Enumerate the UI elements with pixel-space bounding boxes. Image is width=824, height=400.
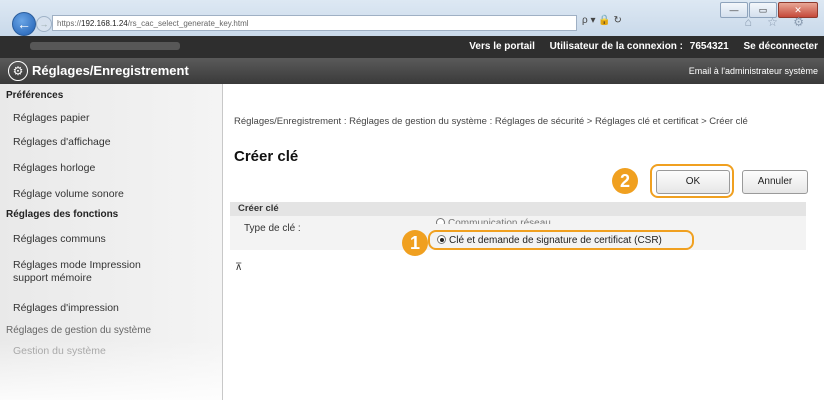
toolbar-icons[interactable]: ⌂ ☆ ⚙ <box>745 15 810 29</box>
page-header: ⚙ Réglages/Enregistrement Email à l'admi… <box>0 58 824 84</box>
sidebar-item-display[interactable]: Réglages d'affichage <box>0 129 222 155</box>
callout-1-badge: 1 <box>402 230 428 256</box>
section-header: Créer clé <box>230 202 806 216</box>
radio-csr[interactable]: Clé et demande de signature de certifica… <box>437 235 662 246</box>
sidebar-item-system-management[interactable]: Gestion du système <box>0 339 222 357</box>
logout-link[interactable]: Se déconnecter <box>744 41 818 52</box>
admin-mail-link[interactable]: Email à l'administrateur système <box>689 58 818 84</box>
sidebar-item-common[interactable]: Réglages communs <box>0 227 222 251</box>
sidebar-item-print[interactable]: Réglages d'impression <box>0 295 222 321</box>
login-user-label: Utilisateur de la connexion : <box>549 41 684 52</box>
url-path: /rs_cac_select_generate_key.html <box>127 19 249 28</box>
browser-chrome: — ▭ ✕ ← → https://192.168.1.24/rs_cac_se… <box>0 0 824 36</box>
login-user-id: 7654321 <box>689 41 729 52</box>
sidebar-heading-functions: Réglages des fonctions <box>6 209 119 220</box>
portal-link[interactable]: Vers le portail <box>469 41 535 52</box>
sidebar-heading-preferences: Préférences <box>6 90 64 101</box>
breadcrumb: Réglages/Enregistrement : Réglages de ge… <box>234 116 748 127</box>
forward-arrow-icon[interactable]: → <box>36 16 52 32</box>
page-title: Créer clé <box>234 148 299 165</box>
address-bar-icons[interactable]: ρ ▾ 🔒 ↻ <box>582 15 622 26</box>
top-bar: Vers le portail Utilisateur de la connex… <box>0 36 824 58</box>
callout-2-badge: 2 <box>612 168 638 194</box>
device-name-blurred <box>30 42 180 50</box>
cancel-button[interactable]: Annuler <box>742 170 808 194</box>
back-arrow-icon[interactable]: ← <box>12 12 36 36</box>
sidebar-heading-system: Réglages de gestion du système <box>6 325 152 336</box>
app-title: Réglages/Enregistrement <box>32 63 189 78</box>
sidebar-item-paper[interactable]: Réglages papier <box>0 108 222 129</box>
sidebar-item-clock[interactable]: Réglages horloge <box>0 155 222 181</box>
url-host: 192.168.1.24 <box>81 19 128 28</box>
radio-label: Clé et demande de signature de certifica… <box>449 235 662 246</box>
ok-button[interactable]: OK <box>656 170 730 194</box>
radio-button-selected[interactable] <box>437 235 446 244</box>
back-to-top-icon[interactable]: ⊼ <box>235 262 242 273</box>
settings-gear-icon: ⚙ <box>8 61 28 81</box>
address-bar[interactable]: https://192.168.1.24/rs_cac_select_gener… <box>52 15 577 31</box>
sidebar-item-memory-print[interactable]: Réglages mode Impression support mémoire <box>0 251 150 295</box>
sidebar: Préférences Réglages papier Réglages d'a… <box>0 84 223 400</box>
url-prefix: https:// <box>57 19 82 28</box>
key-type-label: Type de clé : <box>244 223 301 234</box>
sidebar-item-volume[interactable]: Réglage volume sonore <box>0 181 222 207</box>
